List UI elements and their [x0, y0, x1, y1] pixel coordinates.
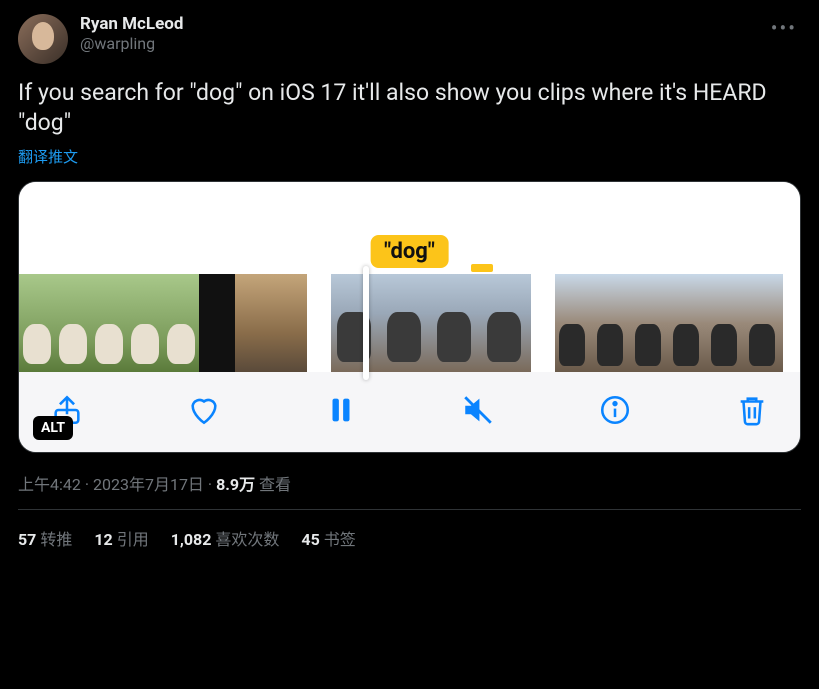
- tweet-text: If you search for "dog" on iOS 17 it'll …: [18, 78, 801, 138]
- alt-badge[interactable]: ALT: [33, 416, 73, 440]
- timeline-frame: [55, 274, 91, 372]
- timeline-frame: [707, 274, 745, 372]
- tweet-header: Ryan McLeod @warpling •••: [18, 14, 801, 64]
- views-label: 查看: [255, 475, 291, 494]
- mute-button[interactable]: [458, 390, 498, 430]
- video-timeline[interactable]: [19, 274, 800, 372]
- clip-group-1[interactable]: [19, 274, 307, 372]
- pause-button[interactable]: [321, 390, 361, 430]
- more-button[interactable]: •••: [767, 14, 801, 42]
- timeline-frame: [431, 274, 481, 372]
- views-count: 8.9万: [216, 475, 255, 494]
- timeline-frame: [745, 274, 783, 372]
- mute-icon: [461, 393, 495, 427]
- info-button[interactable]: [595, 390, 635, 430]
- media-top-area: "dog": [19, 182, 800, 274]
- display-name: Ryan McLeod: [80, 14, 755, 34]
- timeline-frame: [91, 274, 127, 372]
- clip-group-active[interactable]: [331, 274, 531, 372]
- timeline-frame: [235, 274, 271, 372]
- stat-bookmarks[interactable]: 45书签: [301, 526, 355, 550]
- timeline-frame: [631, 274, 669, 372]
- trash-button[interactable]: [732, 390, 772, 430]
- heart-button[interactable]: [184, 390, 224, 430]
- tweet-date[interactable]: 2023年7月17日: [93, 475, 204, 494]
- timeline-frame: [593, 274, 631, 372]
- heart-icon: [187, 393, 221, 427]
- timeline-frame: [669, 274, 707, 372]
- timeline-frame: [481, 274, 531, 372]
- timeline-frame: [127, 274, 163, 372]
- translate-link[interactable]: 翻译推文: [18, 146, 78, 167]
- tweet-container: Ryan McLeod @warpling ••• If you search …: [0, 0, 819, 562]
- caption-keyword-badge: "dog": [370, 235, 449, 268]
- trash-icon: [735, 393, 769, 427]
- info-icon: [598, 393, 632, 427]
- tweet-stats: 57转推 12引用 1,082喜欢次数 45书签: [18, 510, 801, 550]
- handle: @warpling: [80, 34, 755, 53]
- audio-marker: [471, 264, 493, 272]
- stat-quotes[interactable]: 12引用: [94, 526, 148, 550]
- pause-icon: [324, 393, 358, 427]
- media-card[interactable]: "dog": [18, 181, 801, 453]
- timeline-frame: [199, 274, 235, 372]
- author-block[interactable]: Ryan McLeod @warpling: [80, 14, 755, 53]
- clip-group-3[interactable]: [555, 274, 783, 372]
- stat-retweets[interactable]: 57转推: [18, 526, 72, 550]
- timeline-frame: [555, 274, 593, 372]
- avatar[interactable]: [18, 14, 68, 64]
- timeline-frame: [331, 274, 381, 372]
- timeline-frame: [19, 274, 55, 372]
- timeline-frame: [271, 274, 307, 372]
- media-toolbar: [19, 372, 800, 452]
- timeline-frame: [163, 274, 199, 372]
- stat-likes[interactable]: 1,082喜欢次数: [171, 526, 280, 550]
- timeline-frame: [381, 274, 431, 372]
- tweet-time[interactable]: 上午4:42: [18, 475, 81, 494]
- tweet-meta: 上午4:42 · 2023年7月17日 · 8.9万 查看: [18, 471, 801, 510]
- playhead[interactable]: [363, 266, 369, 380]
